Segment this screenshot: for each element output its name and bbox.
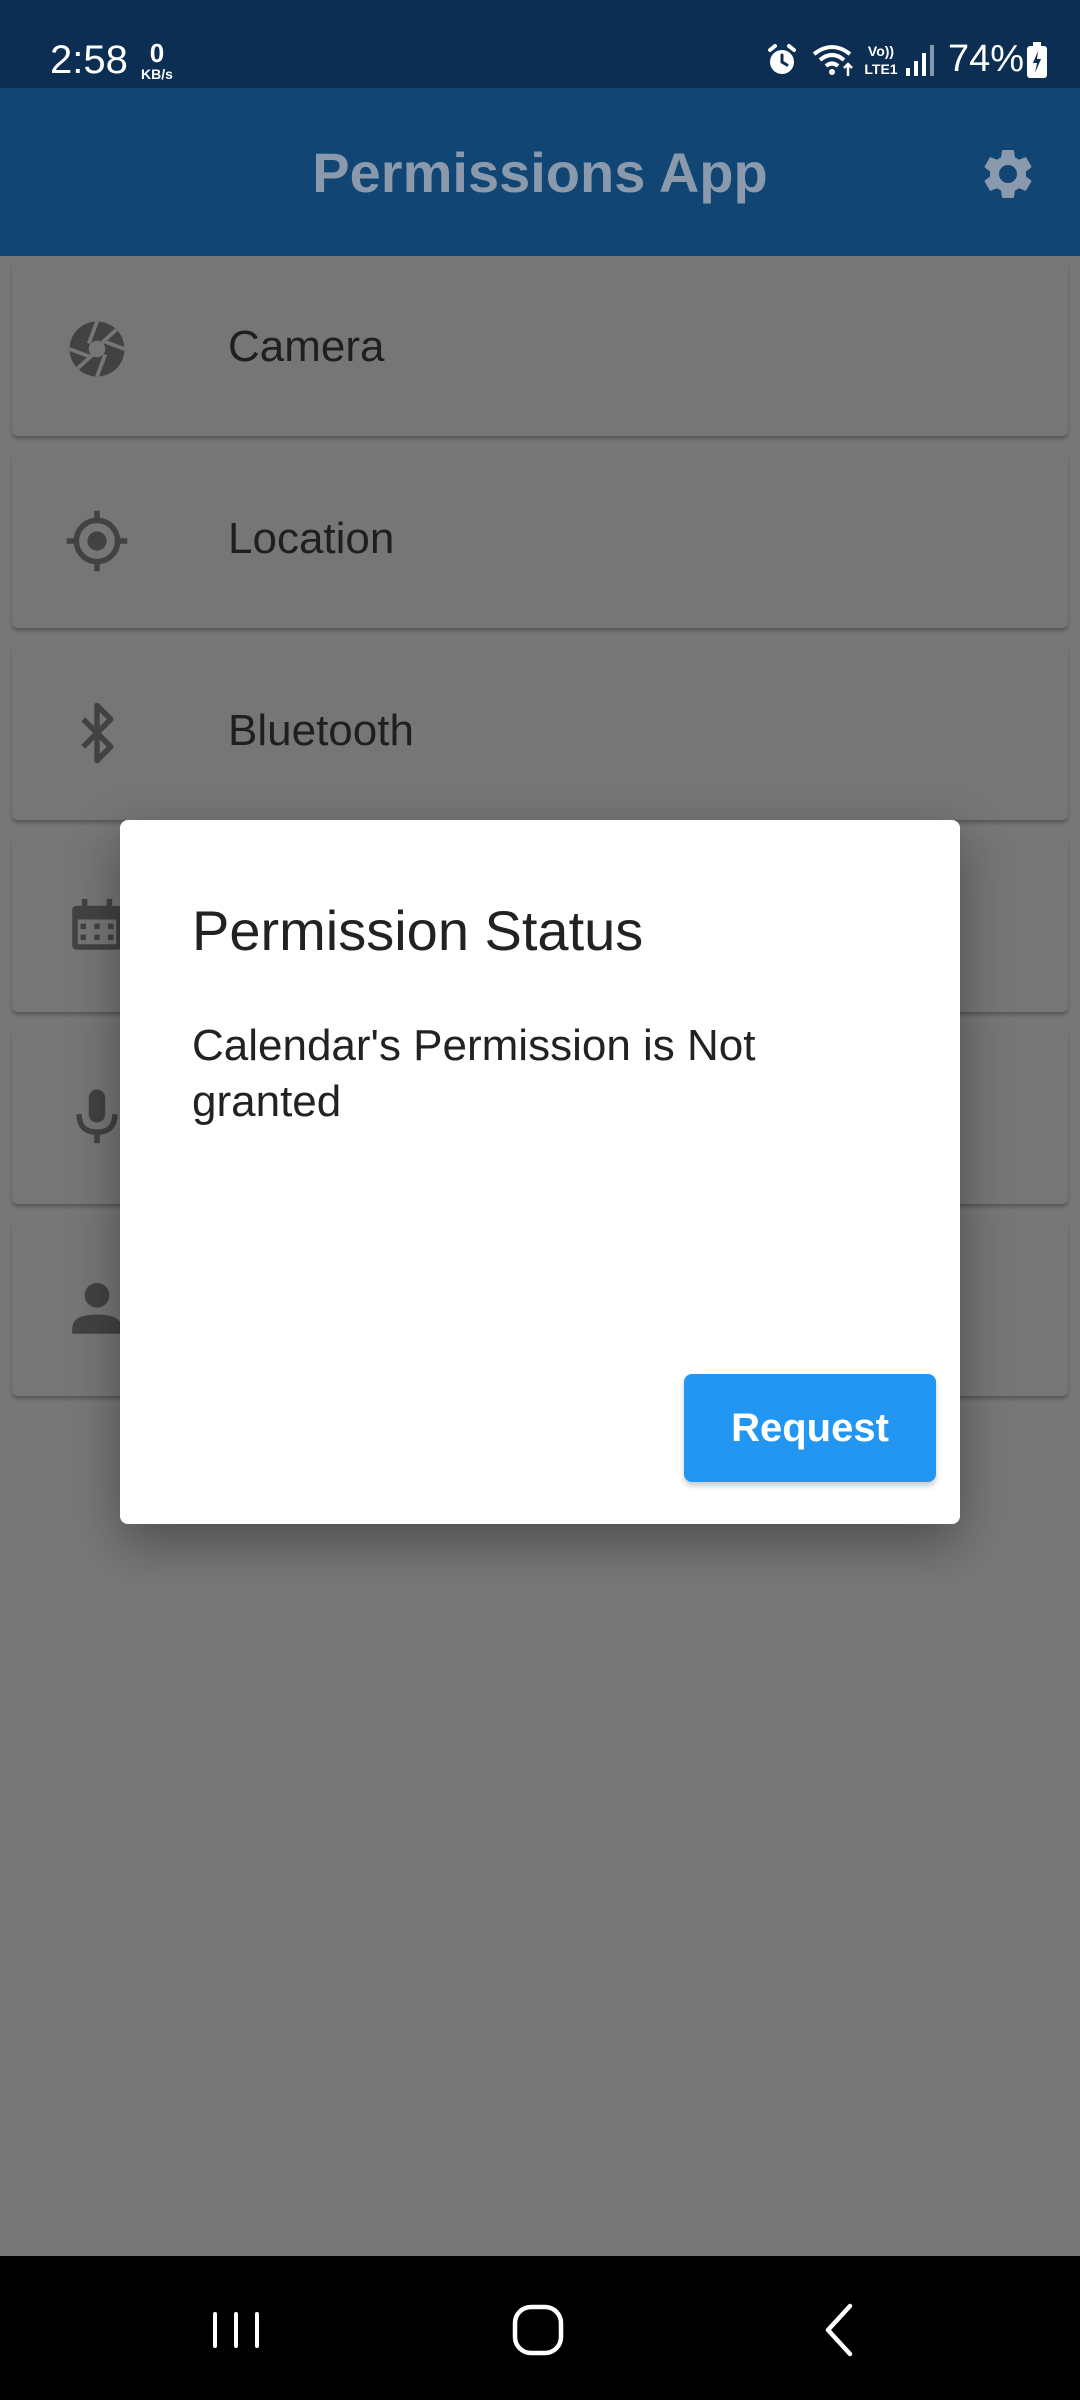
- battery-icon: [1027, 42, 1047, 78]
- app-bar: Permissions App: [0, 88, 1080, 256]
- permission-item-camera[interactable]: Camera: [12, 260, 1068, 436]
- permission-status-dialog: Permission Status Calendar's Permission …: [120, 820, 960, 1524]
- status-bar: 2:58 0 KB/s Vo)) LTE1 74%: [0, 0, 1080, 88]
- bluetooth-icon: [81, 702, 114, 764]
- status-time: 2:58: [50, 38, 128, 82]
- dialog-title: Permission Status: [192, 899, 644, 962]
- gear-icon[interactable]: [978, 144, 1038, 204]
- recent-apps-icon[interactable]: [196, 2290, 276, 2370]
- lte-icon: Vo)) LTE1: [864, 43, 897, 77]
- network-speed-unit: KB/s: [141, 66, 173, 82]
- battery-percent: 74%: [948, 38, 1025, 80]
- camera-aperture-icon: [68, 320, 126, 378]
- location-crosshair-icon: [66, 510, 128, 572]
- request-button[interactable]: Request: [684, 1374, 936, 1482]
- permission-label: Location: [228, 514, 395, 563]
- back-icon[interactable]: [800, 2290, 880, 2370]
- permission-item-location[interactable]: Location: [12, 452, 1068, 628]
- home-icon[interactable]: [498, 2290, 578, 2370]
- network-speed: 0 KB/s: [137, 40, 177, 81]
- svg-text:LTE1: LTE1: [864, 61, 897, 77]
- alarm-icon: [768, 44, 796, 74]
- permission-item-bluetooth[interactable]: Bluetooth: [12, 644, 1068, 820]
- wifi-icon: [812, 45, 853, 76]
- permission-label: Bluetooth: [228, 706, 414, 755]
- app-title: Permissions App: [312, 141, 768, 204]
- navigation-bar: [0, 2256, 1080, 2400]
- svg-text:Vo)): Vo)): [868, 43, 894, 59]
- dialog-message: Calendar's Permission is Not granted: [192, 1021, 756, 1126]
- network-speed-value: 0: [149, 38, 165, 68]
- signal-icon: [906, 45, 934, 76]
- permission-label: Camera: [228, 322, 385, 371]
